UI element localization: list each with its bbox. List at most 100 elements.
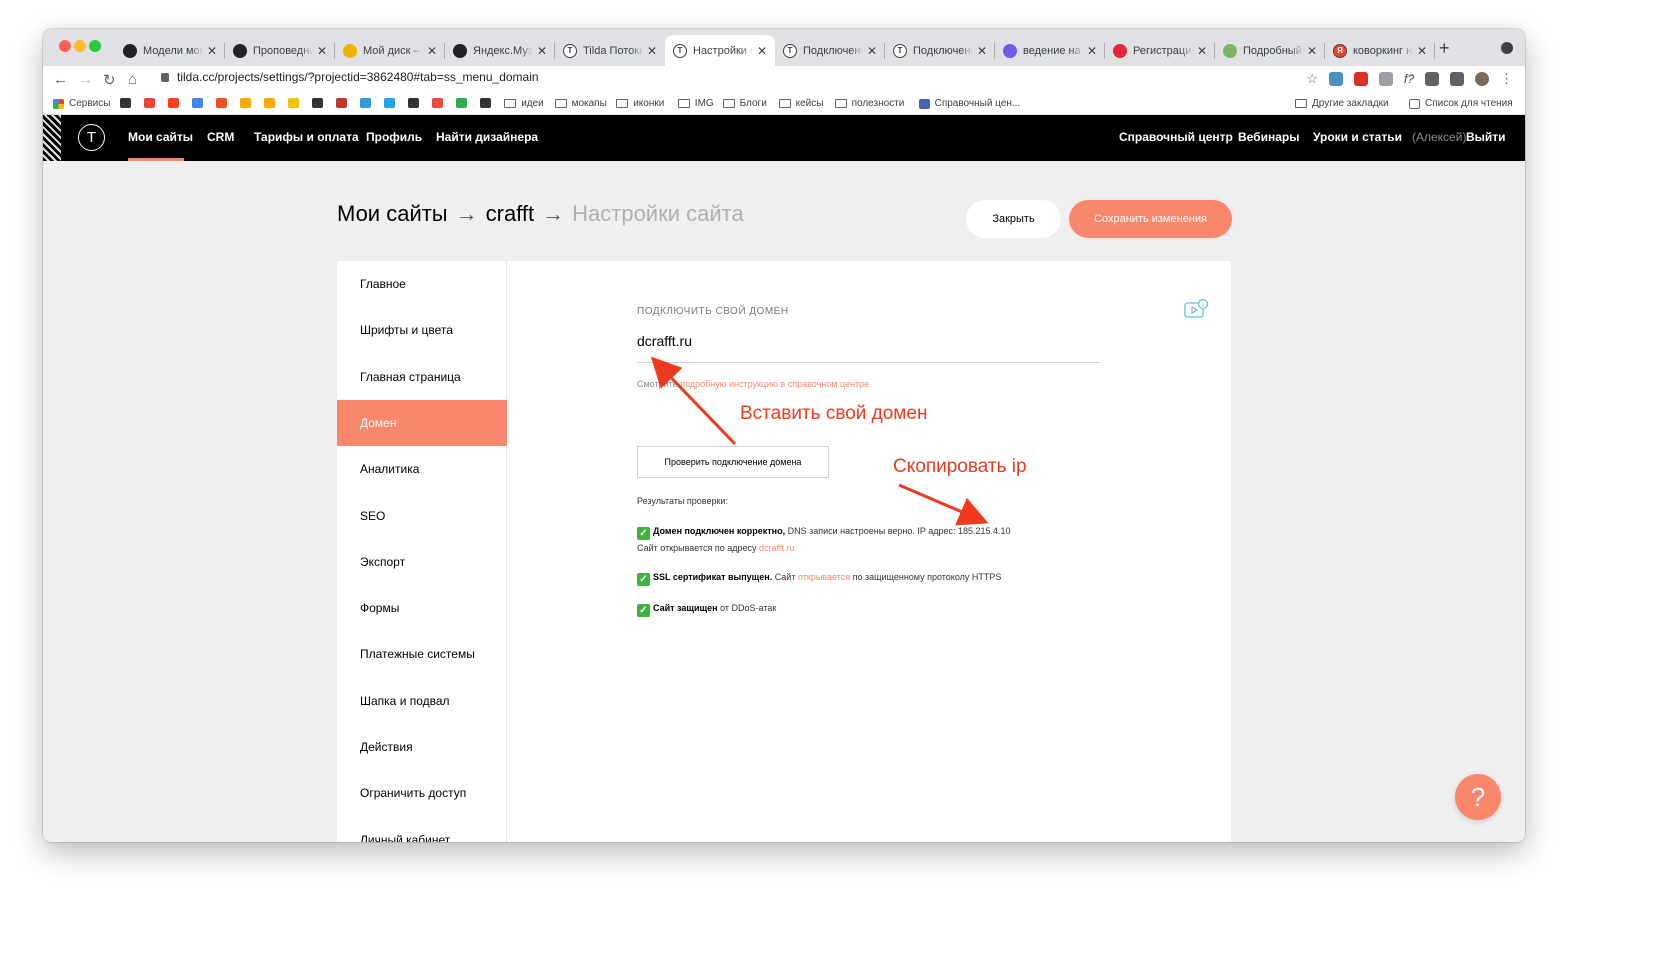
bookmark-folder[interactable]: Блоги [722,98,767,109]
close-button[interactable]: Закрыть [966,200,1061,238]
browser-tab[interactable]: ведение на д ✕ [995,35,1105,66]
bookmark-folder[interactable]: IMG [677,98,714,109]
tab-close-icon[interactable]: ✕ [427,44,437,58]
other-bookmarks[interactable]: Другие закладки [1295,98,1389,109]
bookmark-link[interactable] [432,98,448,108]
sidebar-item[interactable]: SEO [337,493,507,539]
sidebar-item[interactable]: Личный кабинет [337,817,507,842]
nav-webinars[interactable]: Вебинары [1238,130,1299,144]
sidebar-item[interactable]: Аналитика [337,446,507,492]
bookmark-folder[interactable]: мокапы [554,98,607,109]
site-link[interactable]: dcrafft.ru [759,543,794,553]
browser-tab[interactable]: T Tilda Потоки ✕ [555,35,665,66]
bookmark-link[interactable] [360,98,376,108]
minimize-window-button[interactable] [74,40,86,52]
tab-close-icon[interactable]: ✕ [1087,44,1097,58]
back-icon[interactable]: ← [53,71,68,88]
video-info-icon[interactable]: i [1184,299,1208,319]
sidebar-item[interactable]: Формы [337,585,507,631]
sidebar-item[interactable]: Шапка и подвал [337,678,507,724]
bookmark-folder[interactable]: полезности [834,98,904,109]
sidebar-item[interactable]: Шрифты и цвета [337,307,507,353]
browser-tab[interactable]: T Подключени ✕ [885,35,995,66]
bookmark-apps[interactable]: Сервисы [53,98,110,109]
bookmark-link[interactable] [384,98,400,108]
sidebar-item[interactable]: Ограничить доступ [337,770,507,816]
star-icon[interactable]: ☆ [1306,71,1318,87]
domain-input[interactable]: dcrafft.ru [637,333,1100,363]
crumb-project[interactable]: crafft [486,201,535,226]
extension-icon[interactable] [1378,72,1393,86]
check-domain-button[interactable]: Проверить подключение домена [637,446,829,478]
nav-crm[interactable]: CRM [207,130,234,144]
new-tab-button[interactable]: + [1439,38,1450,59]
puzzle-icon[interactable] [1425,72,1439,86]
sidebar-item[interactable]: Домен [337,399,507,446]
browser-tab[interactable]: Модели моне ✕ [115,35,225,66]
extension-icon[interactable] [1353,72,1368,86]
bookmark-link[interactable] [144,98,160,108]
bookmark-link[interactable] [456,98,472,108]
bookmark-link[interactable] [240,98,256,108]
extension-icon[interactable] [1328,72,1343,86]
bookmark-link[interactable] [408,98,424,108]
bookmark-link[interactable] [480,98,496,108]
nav-my-sites[interactable]: Мои сайты [128,130,193,144]
tab-close-icon[interactable]: ✕ [647,44,657,58]
save-changes-button[interactable]: Сохранить изменения [1069,200,1232,238]
nav-profile[interactable]: Профиль [366,130,422,144]
close-window-button[interactable] [59,40,71,52]
tab-close-icon[interactable]: ✕ [1197,44,1207,58]
nav-find-designer[interactable]: Найти дизайнера [436,130,538,144]
function-icon[interactable]: f? [1404,72,1414,86]
bookmark-link[interactable] [168,98,184,108]
tab-close-icon[interactable]: ✕ [977,44,987,58]
browser-tab[interactable]: Яковоркинг на ✕ [1325,35,1435,66]
home-icon[interactable]: ⌂ [128,71,137,88]
bookmark-link[interactable] [216,98,232,108]
browser-tab[interactable]: Мой диск – G ✕ [335,35,445,66]
browser-tab[interactable]: Регистрация ✕ [1105,35,1215,66]
sidebar-item[interactable]: Экспорт [337,539,507,585]
reading-list[interactable]: Список для чтения [1409,98,1513,109]
nav-lessons[interactable]: Уроки и статьи [1313,130,1402,144]
tab-search-icon[interactable] [1501,42,1513,54]
more-icon[interactable]: ⋮ [1500,71,1513,87]
sidebar-item[interactable]: Главная страница [337,354,507,400]
bookmark-folder[interactable]: иконки [616,98,664,109]
crumb-my-sites[interactable]: Мои сайты [337,201,448,226]
zoom-window-button[interactable] [89,40,101,52]
bookmark-link[interactable] [336,98,352,108]
help-button[interactable]: ? [1455,774,1501,820]
tab-close-icon[interactable]: ✕ [1307,44,1317,58]
https-link[interactable]: открывается [798,572,850,582]
browser-tab[interactable]: Подробный ✕ [1215,35,1325,66]
browser-tab[interactable]: Яндекс.Музы ✕ [445,35,555,66]
logout-link[interactable]: Выйти [1466,130,1506,144]
forward-icon[interactable]: → [78,71,93,88]
bookmark-folder[interactable]: идеи [504,98,544,109]
tab-close-icon[interactable]: ✕ [537,44,547,58]
sidebar-item[interactable]: Платежные системы [337,631,507,677]
bookmark-link[interactable] [312,98,328,108]
nav-tariffs[interactable]: Тарифы и оплата [254,130,359,144]
tab-close-icon[interactable]: ✕ [1417,44,1427,58]
bookmark-link[interactable] [264,98,280,108]
tilda-logo-icon[interactable]: T [78,124,105,151]
playlist-icon[interactable] [1450,72,1464,86]
tab-close-icon[interactable]: ✕ [757,44,767,58]
tab-close-icon[interactable]: ✕ [207,44,217,58]
browser-tab[interactable]: T Подключени ✕ [775,35,885,66]
avatar[interactable] [1475,72,1489,86]
bookmark-link[interactable] [192,98,208,108]
nav-help-center[interactable]: Справочный центр [1119,130,1233,144]
instruction-link[interactable]: подробную инструкцию в справочном центре [680,379,869,389]
bookmark-link[interactable] [288,98,304,108]
browser-tab[interactable]: Проповедни ✕ [225,35,335,66]
tab-close-icon[interactable]: ✕ [317,44,327,58]
bookmark-link[interactable]: Справочный цен... [918,98,1020,109]
address-bar[interactable]: tilda.cc/projects/settings/?projectid=38… [161,70,539,84]
tab-close-icon[interactable]: ✕ [867,44,877,58]
sidebar-item[interactable]: Действия [337,724,507,770]
browser-tab[interactable]: T Настройки с ✕ [665,35,775,66]
